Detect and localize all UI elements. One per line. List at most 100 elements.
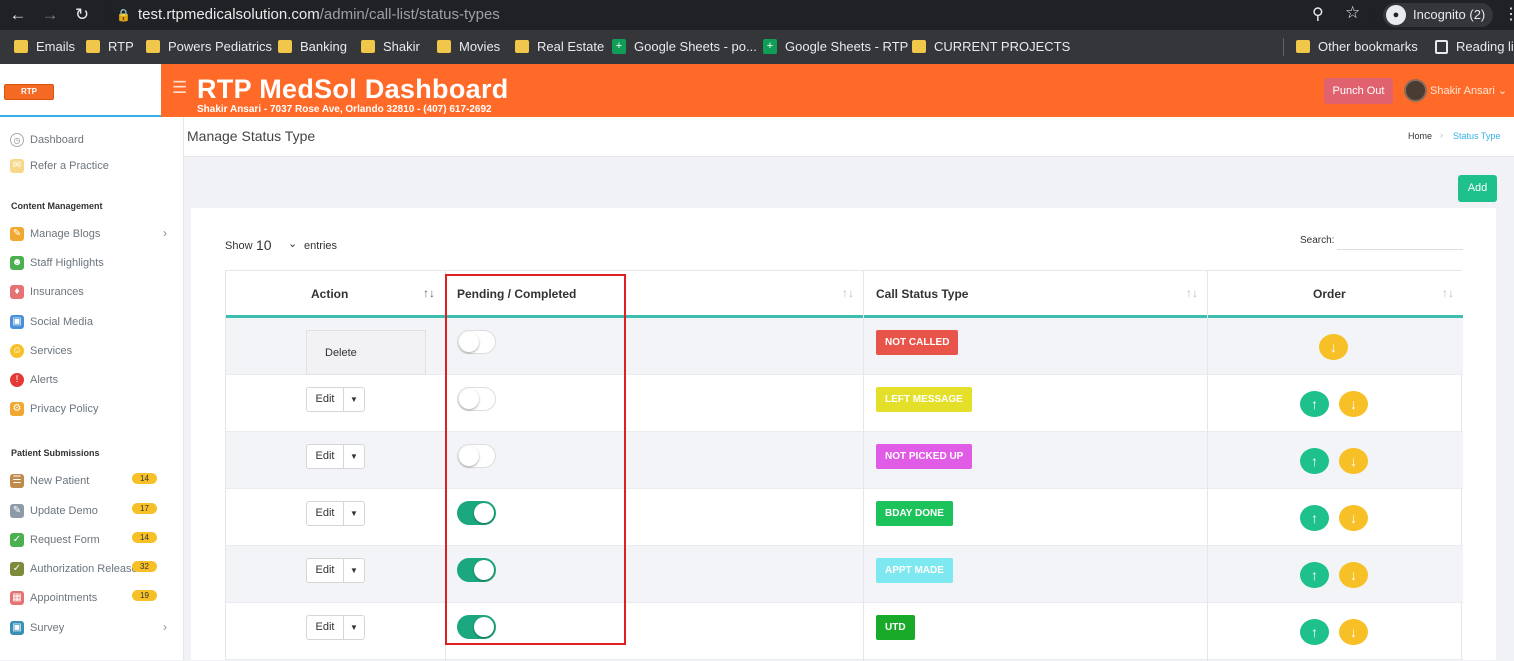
bookmark-emails[interactable]: Emails (14, 39, 75, 55)
sidebar-item-dashboard[interactable]: ◷ Dashboard (10, 132, 84, 148)
user-menu[interactable]: Shakir Ansari ⌄ (1430, 84, 1507, 97)
delete-menu-item[interactable]: Delete (325, 347, 357, 359)
move-up-button[interactable]: ↑ (1300, 619, 1329, 645)
sidebar-item-alerts[interactable]: ! Alerts (10, 372, 58, 388)
survey-icon: ▣ (10, 621, 24, 635)
sidebar-item-request-form[interactable]: ✓ Request Form (10, 532, 100, 548)
chevron-right-icon[interactable]: › (163, 620, 167, 634)
edit-button-group: Edit ▼ (306, 558, 365, 583)
bookmark-real-estate[interactable]: Real Estate (515, 39, 604, 55)
punch-out-button[interactable]: Punch Out (1324, 78, 1393, 104)
sort-icon[interactable]: ↑↓ (1186, 286, 1198, 300)
sidebar-item-privacy-policy[interactable]: ⚙ Privacy Policy (10, 401, 98, 417)
folder-icon (1296, 40, 1310, 53)
forward-icon[interactable]: → (40, 5, 60, 25)
menu-toggle-icon[interactable]: ☰ (172, 78, 187, 98)
url-path: /admin/call-list/status-types (319, 6, 500, 23)
column-order[interactable]: Order (1313, 287, 1346, 301)
dropdown-caret-icon[interactable]: ▼ (344, 502, 364, 525)
status-badge: BDAY DONE (876, 501, 953, 526)
bookmark-star-icon[interactable]: ☆ (1345, 3, 1360, 23)
avatar[interactable] (1404, 79, 1427, 102)
move-down-button[interactable]: ↓ (1339, 619, 1368, 645)
table-row: Edit ▼ NOT PICKED UP ↑ ↓ (226, 432, 1463, 489)
edit-button[interactable]: Edit (307, 445, 344, 468)
move-down-button[interactable]: ↓ (1339, 391, 1368, 417)
back-icon[interactable]: ← (8, 5, 28, 25)
move-down-button[interactable]: ↓ (1339, 448, 1368, 474)
incognito-label: Incognito (2) (1413, 7, 1486, 22)
bookmark-google-sheets-rtp[interactable]: + Google Sheets - RTP (763, 39, 908, 55)
dropdown-caret-icon[interactable]: ▼ (344, 445, 364, 468)
sidebar-item-label: Insurances (30, 286, 84, 298)
dropdown-caret-icon[interactable]: ▼ (344, 388, 364, 411)
sidebar-item-appointments[interactable]: ▦ Appointments (10, 590, 97, 606)
column-action[interactable]: Action (311, 287, 348, 301)
breadcrumb-current: Status Type (1453, 131, 1501, 141)
column-call-status-type[interactable]: Call Status Type (876, 287, 968, 301)
status-table: Action ↑↓ Pending / Completed ↑↓ Call St… (225, 270, 1463, 661)
refer-icon: ✉ (10, 159, 24, 173)
move-up-button[interactable]: ↑ (1300, 391, 1329, 417)
add-button[interactable]: Add (1458, 175, 1497, 202)
edit-button[interactable]: Edit (307, 616, 344, 639)
edit-button[interactable]: Edit (307, 559, 344, 582)
sidebar-item-authorization-release[interactable]: ✓ Authorization Release (10, 561, 138, 577)
sidebar-item-new-patient[interactable]: ☰ New Patient (10, 473, 89, 489)
dropdown-caret-icon[interactable]: ▼ (344, 559, 364, 582)
sidebar-item-label: Appointments (30, 592, 98, 604)
count-badge: 14 (132, 473, 157, 484)
rtp-logo[interactable]: RTP (4, 84, 54, 100)
browser-menu-icon[interactable]: ⋮ (1503, 4, 1514, 24)
sidebar-item-services[interactable]: ☺ Services (10, 343, 72, 359)
sidebar-item-refer-a-practice[interactable]: ✉ Refer a Practice (10, 158, 109, 174)
reload-icon[interactable]: ↻ (72, 5, 92, 25)
bookmark-shakir[interactable]: Shakir (361, 39, 420, 55)
sort-icon[interactable]: ↑↓ (1442, 286, 1454, 300)
other-bookmarks[interactable]: Other bookmarks (1296, 39, 1418, 55)
privacy-icon: ⚙ (10, 402, 24, 416)
bookmark-banking[interactable]: Banking (278, 39, 347, 55)
chevron-down-icon: ⌄ (1497, 85, 1508, 97)
breadcrumb-home[interactable]: Home (1408, 131, 1432, 141)
sidebar-item-update-demo[interactable]: ✎ Update Demo (10, 503, 98, 519)
sidebar-item-label: Refer a Practice (30, 160, 109, 172)
status-badge: UTD (876, 615, 915, 640)
sidebar-item-label: Update Demo (30, 505, 98, 517)
entries-select[interactable]: 10 (256, 237, 272, 253)
move-up-button[interactable]: ↑ (1300, 448, 1329, 474)
edit-button-group: Edit ▼ (306, 501, 365, 526)
edit-button[interactable]: Edit (307, 388, 344, 411)
social-icon: ▣ (10, 315, 24, 329)
move-up-button[interactable]: ↑ (1300, 562, 1329, 588)
address-bar[interactable]: 🔒 test.rtpmedicalsolution.com/admin/call… (104, 2, 1374, 28)
search-input[interactable] (1337, 233, 1463, 250)
sidebar-item-staff-highlights[interactable]: ☻ Staff Highlights (10, 255, 104, 271)
folder-icon (14, 40, 28, 53)
bookmark-rtp[interactable]: RTP (86, 39, 134, 55)
highlight-box (445, 274, 626, 645)
bookmark-movies[interactable]: Movies (437, 39, 500, 55)
sort-icon[interactable]: ↑↓ (423, 286, 435, 300)
sort-icon[interactable]: ↑↓ (842, 286, 854, 300)
edit-button[interactable]: Edit (307, 502, 344, 525)
zoom-icon[interactable]: ⚲ (1312, 4, 1324, 24)
move-down-button[interactable]: ↓ (1339, 505, 1368, 531)
incognito-indicator[interactable]: ● Incognito (2) (1383, 3, 1493, 27)
reading-list[interactable]: Reading lis (1434, 39, 1514, 55)
move-down-button[interactable]: ↓ (1319, 334, 1348, 360)
sidebar-item-insurances[interactable]: ♦ Insurances (10, 284, 84, 300)
move-down-button[interactable]: ↓ (1339, 562, 1368, 588)
chevron-down-icon[interactable]: ⌄ (288, 237, 297, 250)
bookmark-powers-pediatrics[interactable]: Powers Pediatrics (146, 39, 272, 55)
sidebar-item-social-media[interactable]: ▣ Social Media (10, 314, 93, 330)
move-up-button[interactable]: ↑ (1300, 505, 1329, 531)
sidebar-item-manage-blogs[interactable]: ✎ Manage Blogs (10, 226, 100, 242)
bookmark-google-sheets-po[interactable]: + Google Sheets - po... (612, 39, 757, 55)
sidebar-item-survey[interactable]: ▣ Survey (10, 620, 64, 636)
bookmark-current-projects[interactable]: CURRENT PROJECTS (912, 39, 1070, 55)
folder-icon (146, 40, 160, 53)
chevron-right-icon[interactable]: › (163, 226, 167, 240)
dropdown-caret-icon[interactable]: ▼ (344, 616, 364, 639)
logo-area[interactable]: RTP (0, 64, 161, 117)
